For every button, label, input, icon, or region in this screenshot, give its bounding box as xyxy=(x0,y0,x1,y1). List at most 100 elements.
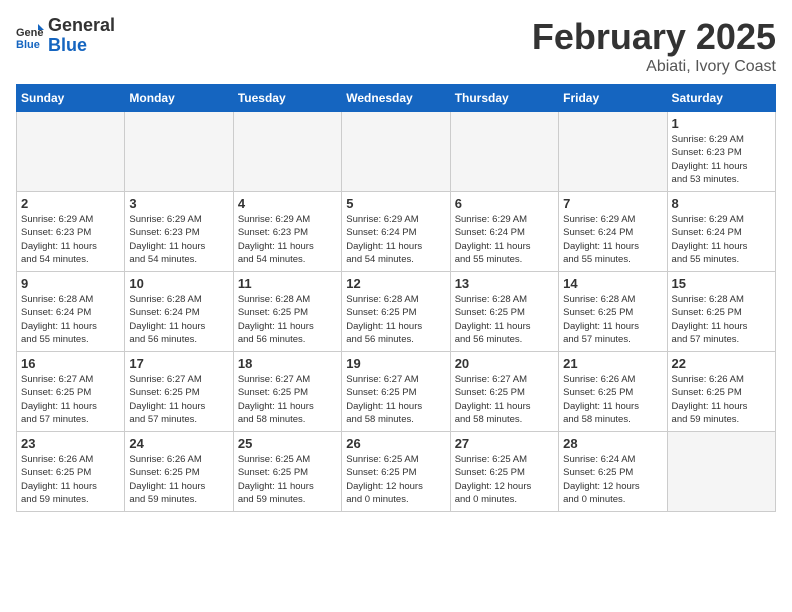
logo: General Blue General Blue xyxy=(16,16,115,56)
calendar-cell: 18Sunrise: 6:27 AM Sunset: 6:25 PM Dayli… xyxy=(233,352,341,432)
day-info: Sunrise: 6:28 AM Sunset: 6:25 PM Dayligh… xyxy=(238,293,337,346)
weekday-header-cell: Sunday xyxy=(17,85,125,112)
calendar-cell: 13 Sunrise: 6:28 AM Sunset: 6:25 PM Dayli… xyxy=(450,272,558,352)
calendar-body: 1 Sunrise: 6:29 AM Sunset: 6:23 PM Daylig… xyxy=(17,112,776,512)
weekday-header-cell: Friday xyxy=(559,85,667,112)
calendar-cell xyxy=(559,112,667,192)
location-title: Abiati, Ivory Coast xyxy=(532,58,776,76)
calendar-cell xyxy=(233,112,341,192)
day-info: Sunrise: 6:29 AM Sunset: 6:23 PM Dayligh… xyxy=(21,213,120,266)
day-info: Sunrise: 6:27 AM Sunset: 6:25 PM Dayligh… xyxy=(129,373,228,426)
day-info: Sunrise: 6:29 AM Sunset: 6:24 PM Dayligh… xyxy=(346,213,445,266)
calendar-cell: 19Sunrise: 6:27 AM Sunset: 6:25 PM Dayli… xyxy=(342,352,450,432)
calendar-cell: 28 Sunrise: 6:24 AM Sunset: 6:25 PM Dayli… xyxy=(559,432,667,512)
calendar-week-row: 16 Sunrise: 6:27 AM Sunset: 6:25 PM Dayli… xyxy=(17,352,776,432)
weekday-header-cell: Monday xyxy=(125,85,233,112)
day-number: 1 xyxy=(672,116,771,131)
day-info: Sunrise: 6:25 AM Sunset: 6:25 PM Dayligh… xyxy=(455,453,554,506)
calendar-week-row: 2 Sunrise: 6:29 AM Sunset: 6:23 PM Daylig… xyxy=(17,192,776,272)
day-info: Sunrise: 6:26 AM Sunset: 6:25 PM Dayligh… xyxy=(672,373,771,426)
day-info: Sunrise: 6:26 AM Sunset: 6:25 PM Dayligh… xyxy=(563,373,662,426)
weekday-header-cell: Saturday xyxy=(667,85,775,112)
day-number: 25 xyxy=(238,436,337,451)
day-info: Sunrise: 6:27 AM Sunset: 6:25 PM Dayligh… xyxy=(21,373,120,426)
logo-icon: General Blue xyxy=(16,22,44,50)
weekday-header-row: SundayMondayTuesdayWednesdayThursdayFrid… xyxy=(17,85,776,112)
day-info: Sunrise: 6:25 AM Sunset: 6:25 PM Dayligh… xyxy=(238,453,337,506)
weekday-header-cell: Tuesday xyxy=(233,85,341,112)
logo-general-text: General xyxy=(48,15,115,35)
calendar-table: SundayMondayTuesdayWednesdayThursdayFrid… xyxy=(16,84,776,512)
day-number: 11 xyxy=(238,276,337,291)
calendar-cell xyxy=(450,112,558,192)
calendar-cell: 25 Sunrise: 6:25 AM Sunset: 6:25 PM Dayli… xyxy=(233,432,341,512)
day-info: Sunrise: 6:28 AM Sunset: 6:25 PM Dayligh… xyxy=(455,293,554,346)
calendar-cell: 11 Sunrise: 6:28 AM Sunset: 6:25 PM Dayli… xyxy=(233,272,341,352)
calendar-cell: 16 Sunrise: 6:27 AM Sunset: 6:25 PM Dayli… xyxy=(17,352,125,432)
day-info: Sunrise: 6:25 AM Sunset: 6:25 PM Dayligh… xyxy=(346,453,445,506)
calendar-cell: 4Sunrise: 6:29 AM Sunset: 6:23 PM Daylig… xyxy=(233,192,341,272)
day-number: 13 xyxy=(455,276,554,291)
calendar-cell: 15Sunrise: 6:28 AM Sunset: 6:25 PM Dayli… xyxy=(667,272,775,352)
calendar-cell: 10Sunrise: 6:28 AM Sunset: 6:24 PM Dayli… xyxy=(125,272,233,352)
logo-blue-text: Blue xyxy=(48,35,87,55)
day-info: Sunrise: 6:29 AM Sunset: 6:24 PM Dayligh… xyxy=(563,213,662,266)
calendar-cell: 3 Sunrise: 6:29 AM Sunset: 6:23 PM Daylig… xyxy=(125,192,233,272)
day-number: 16 xyxy=(21,356,120,371)
calendar-cell: 26 Sunrise: 6:25 AM Sunset: 6:25 PM Dayli… xyxy=(342,432,450,512)
day-number: 2 xyxy=(21,196,120,211)
calendar-cell: 12 Sunrise: 6:28 AM Sunset: 6:25 PM Dayli… xyxy=(342,272,450,352)
day-number: 10 xyxy=(129,276,228,291)
day-number: 8 xyxy=(672,196,771,211)
day-number: 20 xyxy=(455,356,554,371)
calendar-cell: 1 Sunrise: 6:29 AM Sunset: 6:23 PM Daylig… xyxy=(667,112,775,192)
day-info: Sunrise: 6:27 AM Sunset: 6:25 PM Dayligh… xyxy=(455,373,554,426)
day-info: Sunrise: 6:26 AM Sunset: 6:25 PM Dayligh… xyxy=(129,453,228,506)
day-number: 19 xyxy=(346,356,445,371)
day-info: Sunrise: 6:28 AM Sunset: 6:25 PM Dayligh… xyxy=(563,293,662,346)
day-info: Sunrise: 6:28 AM Sunset: 6:25 PM Dayligh… xyxy=(672,293,771,346)
day-number: 4 xyxy=(238,196,337,211)
day-number: 9 xyxy=(21,276,120,291)
day-number: 3 xyxy=(129,196,228,211)
day-info: Sunrise: 6:24 AM Sunset: 6:25 PM Dayligh… xyxy=(563,453,662,506)
calendar-cell: 20 Sunrise: 6:27 AM Sunset: 6:25 PM Dayli… xyxy=(450,352,558,432)
calendar-cell: 22 Sunrise: 6:26 AM Sunset: 6:25 PM Dayli… xyxy=(667,352,775,432)
calendar-cell: 14 Sunrise: 6:28 AM Sunset: 6:25 PM Dayli… xyxy=(559,272,667,352)
day-number: 14 xyxy=(563,276,662,291)
calendar-week-row: 23 Sunrise: 6:26 AM Sunset: 6:25 PM Dayli… xyxy=(17,432,776,512)
day-info: Sunrise: 6:29 AM Sunset: 6:24 PM Dayligh… xyxy=(455,213,554,266)
calendar-cell: 17 Sunrise: 6:27 AM Sunset: 6:25 PM Dayli… xyxy=(125,352,233,432)
calendar-cell: 9 Sunrise: 6:28 AM Sunset: 6:24 PM Daylig… xyxy=(17,272,125,352)
day-number: 22 xyxy=(672,356,771,371)
calendar-week-row: 1 Sunrise: 6:29 AM Sunset: 6:23 PM Daylig… xyxy=(17,112,776,192)
weekday-header-cell: Thursday xyxy=(450,85,558,112)
day-number: 24 xyxy=(129,436,228,451)
day-number: 26 xyxy=(346,436,445,451)
day-info: Sunrise: 6:29 AM Sunset: 6:23 PM Dayligh… xyxy=(672,133,771,186)
calendar-cell: 23Sunrise: 6:26 AM Sunset: 6:25 PM Dayli… xyxy=(17,432,125,512)
calendar-cell: 5Sunrise: 6:29 AM Sunset: 6:24 PM Daylig… xyxy=(342,192,450,272)
calendar-week-row: 9 Sunrise: 6:28 AM Sunset: 6:24 PM Daylig… xyxy=(17,272,776,352)
day-info: Sunrise: 6:29 AM Sunset: 6:24 PM Dayligh… xyxy=(672,213,771,266)
day-number: 23 xyxy=(21,436,120,451)
calendar-cell: 27 Sunrise: 6:25 AM Sunset: 6:25 PM Dayli… xyxy=(450,432,558,512)
day-number: 27 xyxy=(455,436,554,451)
day-number: 17 xyxy=(129,356,228,371)
day-info: Sunrise: 6:27 AM Sunset: 6:25 PM Dayligh… xyxy=(238,373,337,426)
day-info: Sunrise: 6:29 AM Sunset: 6:23 PM Dayligh… xyxy=(129,213,228,266)
calendar-cell: 7 Sunrise: 6:29 AM Sunset: 6:24 PM Daylig… xyxy=(559,192,667,272)
day-number: 7 xyxy=(563,196,662,211)
svg-text:Blue: Blue xyxy=(16,39,40,50)
day-number: 28 xyxy=(563,436,662,451)
day-number: 6 xyxy=(455,196,554,211)
calendar-cell: 24 Sunrise: 6:26 AM Sunset: 6:25 PM Dayli… xyxy=(125,432,233,512)
calendar-cell: 2 Sunrise: 6:29 AM Sunset: 6:23 PM Daylig… xyxy=(17,192,125,272)
day-info: Sunrise: 6:28 AM Sunset: 6:24 PM Dayligh… xyxy=(21,293,120,346)
title-area: February 2025 Abiati, Ivory Coast xyxy=(532,16,776,76)
calendar-cell xyxy=(125,112,233,192)
day-number: 21 xyxy=(563,356,662,371)
day-info: Sunrise: 6:28 AM Sunset: 6:25 PM Dayligh… xyxy=(346,293,445,346)
day-number: 12 xyxy=(346,276,445,291)
month-title: February 2025 xyxy=(532,16,776,58)
